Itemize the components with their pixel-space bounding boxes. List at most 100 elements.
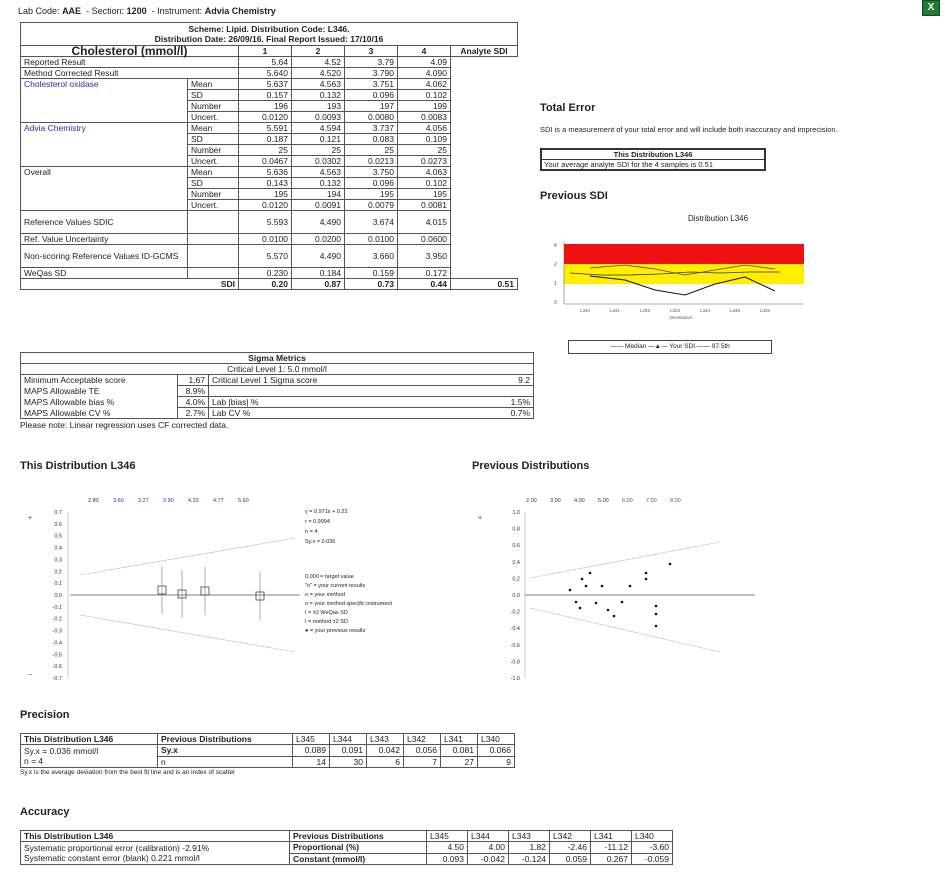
cell-value: 14 <box>292 755 330 768</box>
cell-value: 0.0083 <box>397 111 451 123</box>
cell-value: 0.066 <box>477 744 515 757</box>
regression-stat: y = 0.971x + 0.22 <box>305 509 348 515</box>
cell-value: 25 <box>344 144 398 156</box>
svg-text:0: 0 <box>554 300 557 306</box>
y-tick-label: 0.8 <box>512 527 520 533</box>
previous-sdi-chart: 4 2 1 0 L340 L341 L342 L343 L344 L345 L346 Di… <box>554 242 804 320</box>
cell-value: 0.157 <box>238 89 292 101</box>
plot-legend-item: ● = your previous results <box>305 628 366 634</box>
plot-legend-item: I = ±2 WeQas SD <box>305 610 348 616</box>
cell-value: 4.063 <box>397 166 451 178</box>
total-error-title: Total Error <box>540 102 596 114</box>
previous-result-point <box>588 571 592 575</box>
table-row: Non-scoring Reference Values ID-GCMS 5.57… <box>20 244 518 268</box>
plot-legend-item: o = your method specific instrument <box>305 601 392 607</box>
sigma-title: Sigma Metrics <box>20 352 534 364</box>
cell-value: 0.096 <box>344 89 398 101</box>
dist-header: L343 <box>366 733 404 745</box>
cell-value: 0.0100 <box>344 233 398 245</box>
regression-stat: n = 4 <box>305 529 317 535</box>
stat-label: Uncert. <box>187 111 239 123</box>
cell-value: 3.750 <box>344 166 398 178</box>
analyte-title: Cholesterol (mmol/l) <box>20 45 239 57</box>
cell-value: 5.637 <box>238 78 292 90</box>
cell-value: 0.0093 <box>291 111 345 123</box>
y-tick-label: -0.6 <box>53 664 62 670</box>
cell-value: 0.083 <box>344 133 398 145</box>
stat-label: Uncert. <box>187 155 239 167</box>
y-tick-label: 0.4 <box>512 560 520 566</box>
lab-code: AAE <box>62 6 82 16</box>
row-label: Reported Result <box>20 56 239 68</box>
precision-table-wrap: This Distribution L346 Previous Distribu… <box>20 733 515 776</box>
stat-label: Uncert. <box>187 199 239 211</box>
previous-result-point <box>612 614 616 618</box>
previous-result-point <box>578 606 582 610</box>
previous-sdi-chart-title: Distribution L346 <box>688 214 749 223</box>
cell-value: 0.0100 <box>238 233 292 245</box>
table-row: Cholesterol oxidase Mean 5.637 4.563 3.751 4.… <box>20 78 518 123</box>
y-tick-label: -0.2 <box>511 610 520 616</box>
cell-value: 0.0091 <box>291 199 345 211</box>
cell-value: 0.102 <box>397 177 451 189</box>
total-error-desc: SDI is a measurement of your total error… <box>540 125 838 134</box>
y-tick-label: 0.1 <box>54 581 62 587</box>
upper-limit-line <box>79 537 296 576</box>
y-tick-label: -0.7 <box>53 676 62 682</box>
cell-value: 0.0079 <box>344 199 398 211</box>
top-tick-label: 3.00 <box>550 498 561 504</box>
precision-footnote: Sy.x is the average deviation from the b… <box>20 769 236 776</box>
table-row: Advia Chemistry Mean 5.591 4.594 3.737 4.056 <box>20 122 518 167</box>
top-tick-label: 5.60 <box>238 498 249 504</box>
top-tick-label: 4.77 <box>213 498 224 504</box>
y-tick-label: -1.0 <box>511 676 520 682</box>
y-tick-label: -0.1 <box>53 605 62 611</box>
cell-value: 7 <box>403 755 441 768</box>
cell-value: 0.091 <box>329 744 367 757</box>
previous-result-point <box>568 588 572 592</box>
cell-value: 4.090 <box>397 67 451 79</box>
y-tick-label: -0.5 <box>53 652 62 658</box>
prev-dist-plot: 2.00 3.00 4.00 5.00 6.00 7.00 8.00 1.0 0.8 0.6 0.4… <box>478 498 755 682</box>
cell-value: 0.132 <box>291 89 345 101</box>
cell-value: 3.660 <box>344 244 398 268</box>
table-row: WeQas SD 0.230 0.184 0.159 0.172 <box>20 267 518 279</box>
y-tick-label: 0.0 <box>512 593 520 599</box>
y-marker-plus: + <box>478 515 482 522</box>
row-label: Method Corrected Result <box>20 67 239 79</box>
instrument-name: Advia Chemistry <box>204 6 276 16</box>
top-tick-label: 6.00 <box>622 498 633 504</box>
dist-header: L342 <box>549 830 591 842</box>
previous-result-point <box>654 624 658 628</box>
cell-value: 0.081 <box>440 744 478 757</box>
cell-value: 0.132 <box>291 177 345 189</box>
cell-value: 195 <box>238 188 292 200</box>
top-tick-label: 3.90 <box>163 498 174 504</box>
y-tick-label: -0.3 <box>53 629 62 635</box>
table-row: Ref. Value Uncertainty 0.0100 0.0200 0.0100… <box>20 233 518 245</box>
svg-text:L344: L344 <box>700 308 711 313</box>
y-tick-label: 0.6 <box>54 522 62 528</box>
cell-value: 197 <box>344 100 398 112</box>
previous-result-point <box>600 584 604 588</box>
excel-export-icon[interactable]: X <box>922 0 940 16</box>
y-tick-label: 0.0 <box>54 593 62 599</box>
previous-result-point <box>654 604 658 608</box>
plot-legend-item: "o" = your current results <box>305 583 366 589</box>
plot-legend-item: 0.000 = target value <box>305 574 354 580</box>
dist-header: L344 <box>467 830 509 842</box>
cell-value: 9 <box>477 755 515 768</box>
dist-header: L345 <box>426 830 468 842</box>
top-tick-label: 2.80 <box>88 498 99 504</box>
previous-result-point <box>644 577 648 581</box>
section-code: 1200 <box>126 6 147 16</box>
cell-value: 0.0081 <box>397 199 451 211</box>
cell-value: 195 <box>344 188 398 200</box>
cell-value: 0.0080 <box>344 111 398 123</box>
cell-value: 0.042 <box>366 744 404 757</box>
y-tick-label: 0.5 <box>54 534 62 540</box>
cell-value: 0.059 <box>549 852 591 865</box>
svg-text:L343: L343 <box>670 308 681 313</box>
cell-value: 0.230 <box>238 267 292 279</box>
scheme-header: Scheme: Lipid. Distribution Code: L346. D… <box>20 22 518 46</box>
